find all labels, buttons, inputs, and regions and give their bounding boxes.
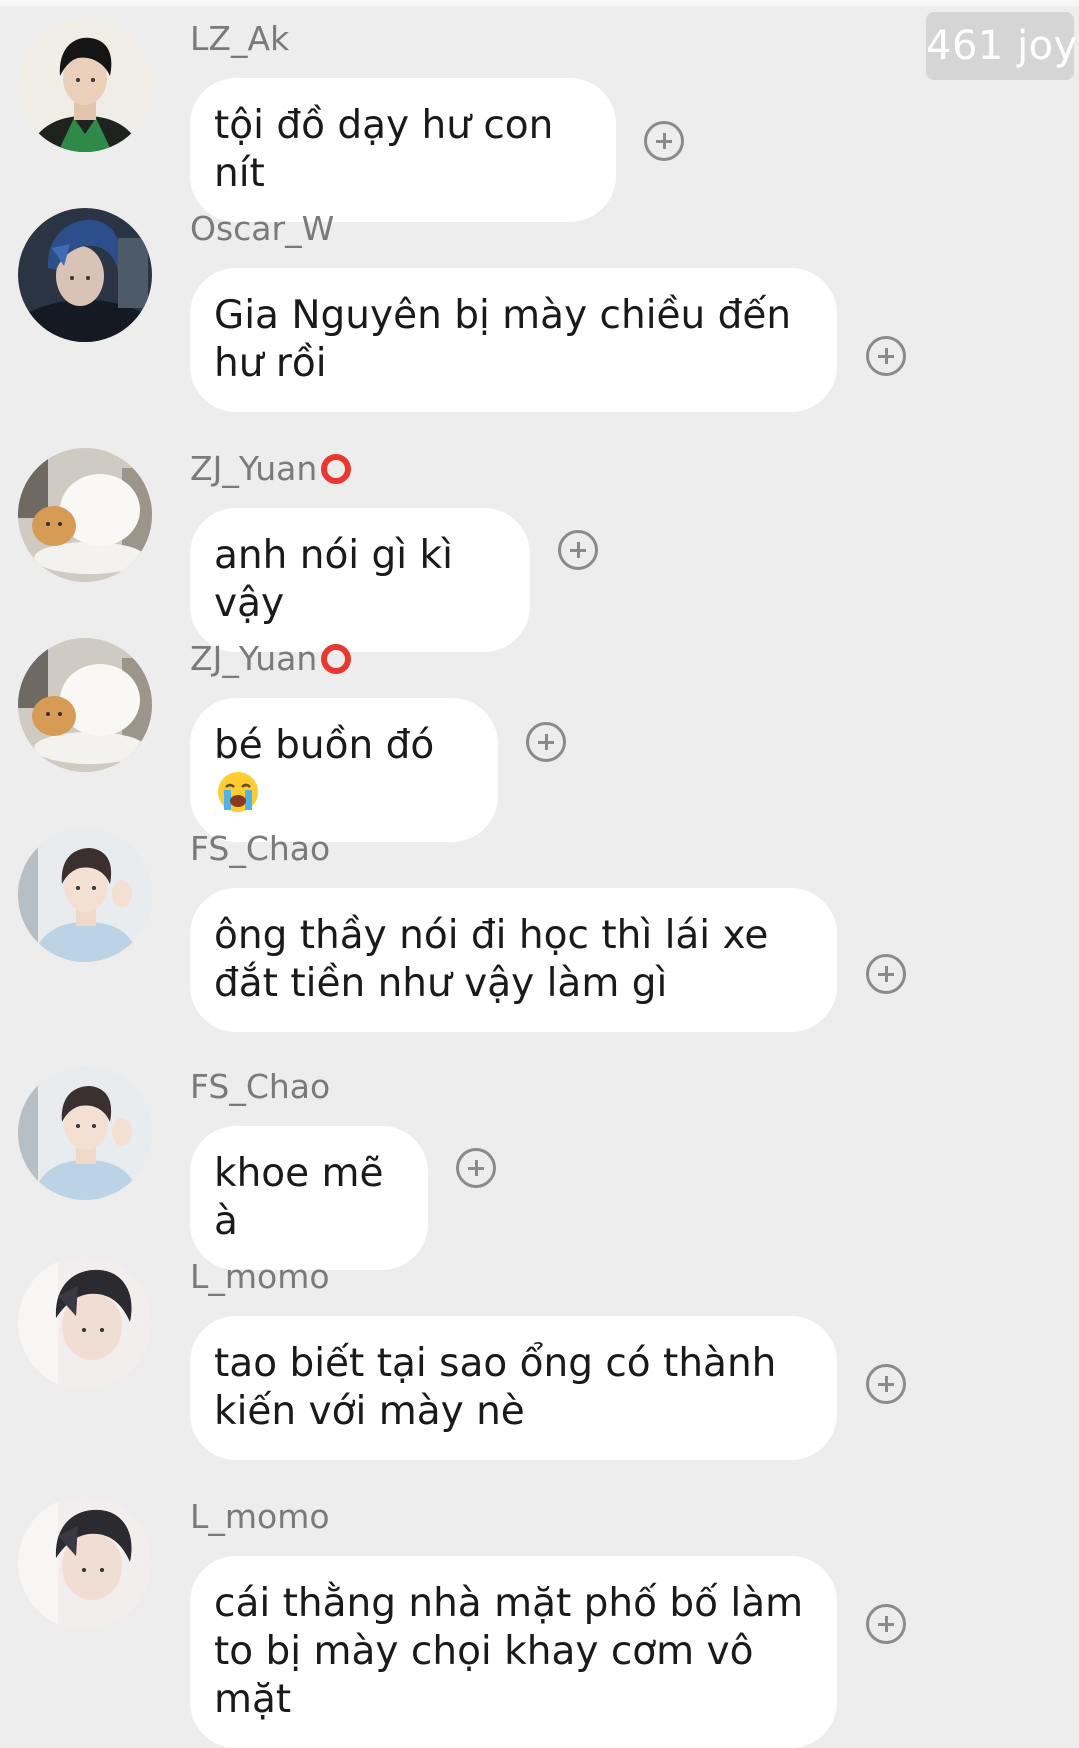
username-text: L_momo <box>190 1497 330 1536</box>
avatar[interactable] <box>18 1066 152 1200</box>
message-text: tao biết tại sao ổng có thành kiến với m… <box>214 1341 777 1434</box>
username[interactable]: ZJ_Yuan <box>190 638 352 680</box>
username[interactable]: FS_Chao <box>190 828 330 870</box>
avatar[interactable] <box>18 1496 152 1630</box>
username[interactable]: ZJ_Yuan <box>190 448 352 490</box>
message-text: anh nói gì kì vậy <box>214 533 453 626</box>
username-text: L_momo <box>190 1257 330 1296</box>
plus-circle-icon[interactable] <box>644 121 684 161</box>
avatar[interactable] <box>18 1256 152 1390</box>
red-ring-badge-icon <box>321 644 352 674</box>
message-bubble[interactable]: khoe mẽ à <box>190 1126 428 1270</box>
message-text: tội đồ dạy hư con nít <box>214 103 554 196</box>
plus-circle-icon[interactable] <box>456 1148 496 1188</box>
message-bubble[interactable]: anh nói gì kì vậy <box>190 508 530 652</box>
message-bubble[interactable]: tội đồ dạy hư con nít <box>190 78 616 222</box>
message-text: Gia Nguyên bị mày chiều đến hư rồi <box>214 293 792 386</box>
red-ring-badge-icon <box>321 454 352 484</box>
username[interactable]: L_momo <box>190 1256 330 1298</box>
message-bubble[interactable]: bé buồn đó <box>190 698 498 842</box>
plus-circle-icon[interactable] <box>558 530 598 570</box>
username-text: LZ_Ak <box>190 19 290 58</box>
avatar[interactable] <box>18 638 152 772</box>
username-text: FS_Chao <box>190 1067 331 1106</box>
watermark: 461 joy <box>926 12 1077 80</box>
username-text: ZJ_Yuan <box>190 639 318 678</box>
message-text: ông thầy nói đi học thì lái xe đắt tiền … <box>214 913 769 1006</box>
plus-circle-icon[interactable] <box>866 1604 906 1644</box>
plus-circle-icon[interactable] <box>866 336 906 376</box>
message-bubble[interactable]: ông thầy nói đi học thì lái xe đắt tiền … <box>190 888 837 1032</box>
message-bubble[interactable]: tao biết tại sao ổng có thành kiến với m… <box>190 1316 837 1460</box>
message-text: khoe mẽ à <box>214 1151 384 1244</box>
avatar[interactable] <box>18 208 152 342</box>
username[interactable]: Oscar_W <box>190 208 334 250</box>
username[interactable]: FS_Chao <box>190 1066 330 1108</box>
plus-circle-icon[interactable] <box>866 1364 906 1404</box>
avatar[interactable] <box>18 828 152 962</box>
message-bubble[interactable]: Gia Nguyên bị mày chiều đến hư rồi <box>190 268 837 412</box>
message-text: cái thằng nhà mặt phố bố làm to bị mày c… <box>214 1581 804 1722</box>
username-text: ZJ_Yuan <box>190 449 318 488</box>
username-text: Oscar_W <box>190 209 335 248</box>
plus-circle-icon[interactable] <box>526 722 566 762</box>
avatar[interactable] <box>18 18 152 152</box>
message-text: bé buồn đó <box>214 723 435 768</box>
username[interactable]: LZ_Ak <box>190 18 289 60</box>
message-bubble[interactable]: cái thằng nhà mặt phố bố làm to bị mày c… <box>190 1556 837 1748</box>
top-strip <box>0 0 1079 6</box>
username[interactable]: L_momo <box>190 1496 330 1538</box>
username-text: FS_Chao <box>190 829 331 868</box>
avatar[interactable] <box>18 448 152 582</box>
plus-circle-icon[interactable] <box>866 954 906 994</box>
loudly-crying-face-icon <box>218 772 258 812</box>
